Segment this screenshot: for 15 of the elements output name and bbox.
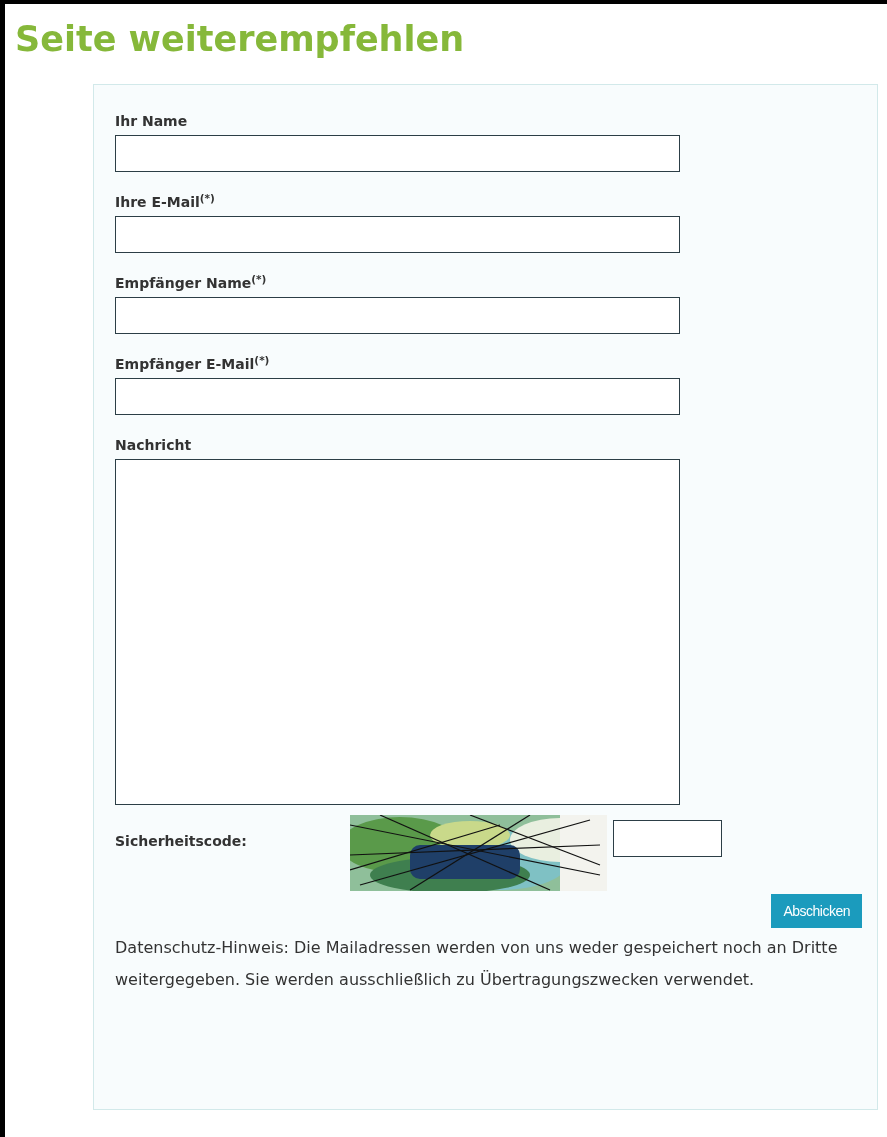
message-field[interactable] — [115, 459, 680, 805]
field-label: Ihre E-Mail$^{(*)}$ — [115, 192, 215, 212]
privacy-note: Datenschutz-Hinweis: Die Mailadressen werden von uns weder gespeichert noch an Dritte weitergegeben. Sie werden ausschließlich zu Übertragungszwecken verwendet. — [115, 937, 839, 991]
captcha-field[interactable] — [613, 820, 722, 857]
field-label: Empfänger E-Mail$^{(*)}$ — [115, 354, 270, 374]
submit-button[interactable]: Abschicken — [771, 894, 862, 928]
page-title: Seite weiterempfehlen — [15, 18, 465, 61]
captcha-label: Sicherheitscode: — [115, 832, 248, 851]
text-field[interactable] — [115, 216, 680, 253]
text-field[interactable] — [115, 297, 680, 334]
text-field[interactable] — [115, 378, 680, 415]
field-label: Nachricht — [115, 436, 192, 455]
field-label: Ihr Name — [115, 112, 188, 131]
text-field[interactable] — [115, 135, 680, 172]
field-label: Empfänger Name$^{(*)}$ — [115, 273, 267, 293]
